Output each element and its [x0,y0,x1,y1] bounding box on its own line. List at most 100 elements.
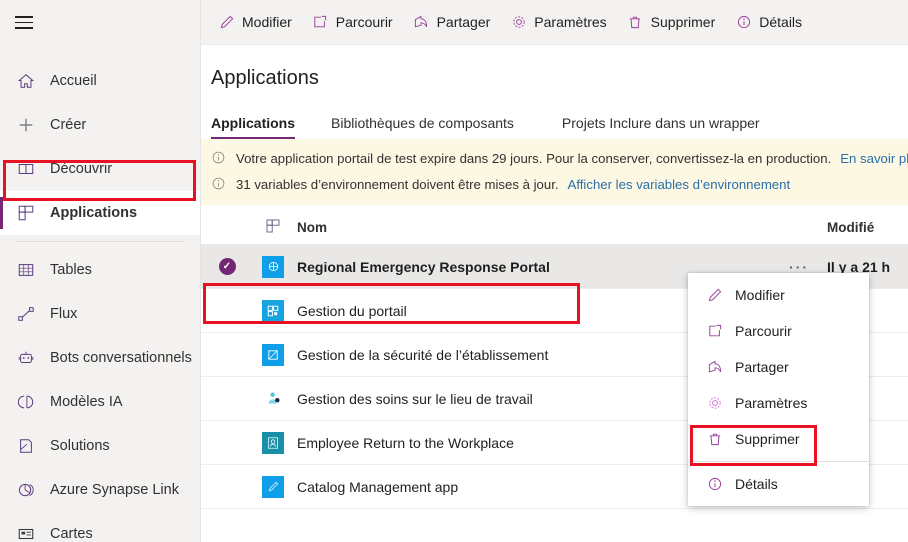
apps-grid-icon [16,203,36,223]
square-tile-icon [262,343,284,366]
sidebar-item-label: Accueil [50,73,97,89]
globe-tile-icon [262,255,284,278]
pencil-icon [218,14,235,31]
pencil-tile-icon [262,475,284,498]
grid-tile-icon [262,299,284,322]
command-details[interactable]: Détails [726,4,811,40]
row-app-icon [251,343,295,366]
tab-label: Applications [211,115,296,131]
open-window-icon [706,323,723,340]
command-parametres[interactable]: Paramètres [501,4,615,40]
open-window-icon [312,14,329,31]
info-icon [735,14,752,31]
context-menu-item-details[interactable]: Détails [688,466,869,502]
command-modifier[interactable]: Modifier [209,4,301,40]
context-menu-label: Modifier [735,287,785,303]
solutions-icon [16,436,36,456]
tab-strip: Applications Bibliothèques de composants… [201,107,908,139]
app-root: Accueil Créer Découvrir Applications Tab… [0,0,908,542]
sidebar-item-solutions[interactable]: Solutions [0,424,200,468]
plus-icon [16,115,36,135]
context-menu-label: Paramètres [735,395,808,411]
context-menu-item-partager[interactable]: Partager [688,349,869,385]
row-app-icon [251,388,295,410]
trash-icon [627,14,644,31]
sidebar-item-azure-synapse-link[interactable]: Azure Synapse Link [0,468,200,512]
command-label: Détails [759,14,803,30]
sidebar-item-creer[interactable]: Créer [0,103,200,147]
row-context-menu: Modifier Parcourir Partager Paramètres S… [688,273,869,506]
sidebar-item-applications[interactable]: Applications [0,191,200,235]
sidebar-item-label: Flux [50,306,78,322]
sidebar-item-accueil[interactable]: Accueil [0,59,200,103]
trash-icon [706,431,723,448]
person-tile-icon [262,388,284,410]
info-icon [706,476,723,493]
row-app-icon [251,431,295,454]
sidebar-item-tables[interactable]: Tables [0,248,200,292]
sidebar-item-cartes[interactable]: Cartes [0,512,200,542]
table-icon [16,260,36,280]
sidebar-item-modeles-ia[interactable]: Modèles IA [0,380,200,424]
command-label: Paramètres [534,14,607,30]
command-supprimer[interactable]: Supprimer [618,4,725,40]
pencil-icon [706,287,723,304]
sidebar-item-label: Découvrir [50,161,113,177]
hamburger-icon [15,12,33,33]
gear-icon [706,395,723,412]
row-app-icon [251,475,295,498]
command-partager[interactable]: Partager [404,4,500,40]
home-icon [16,71,36,91]
header-icon-cell [251,218,295,237]
tab-projets-wrapper[interactable]: Projets Inclure dans un wrapper [550,115,772,139]
synapse-icon [16,480,36,500]
sidebar-item-label: Cartes [50,526,93,542]
main-content: Modifier Parcourir Partager Paramètres S… [201,0,908,542]
sidebar-item-label: Bots conversationnels [50,350,192,366]
table-header-row: Nom Modifié [201,211,908,245]
command-label: Partager [436,14,491,30]
page-title: Applications [211,67,319,89]
context-menu-item-parcourir[interactable]: Parcourir [688,313,869,349]
banner-link[interactable]: En savoir plus sur [840,151,908,166]
command-label: Supprimer [650,14,716,30]
share-icon [413,14,430,31]
tab-bibliotheques-de-composants[interactable]: Bibliothèques de composants [319,115,526,139]
ai-brain-icon [16,392,36,412]
banner-link[interactable]: Afficher les variables d’environnement [568,177,791,192]
apps-grid-icon [265,218,281,237]
badge-tile-icon [262,431,284,454]
context-menu-item-supprimer[interactable]: Supprimer [688,421,869,457]
info-icon [211,176,227,192]
header-modified[interactable]: Modifié [827,220,908,235]
context-menu-divider [688,461,869,462]
menu-toggle-button[interactable] [0,0,48,45]
left-navigation-sidebar: Accueil Créer Découvrir Applications Tab… [0,0,201,542]
sidebar-item-decouvrir[interactable]: Découvrir [0,147,200,191]
info-icon [211,150,227,166]
context-menu-label: Détails [735,476,778,492]
command-label: Parcourir [335,14,393,30]
check-circle-icon: ✓ [218,258,236,275]
context-menu-item-modifier[interactable]: Modifier [688,277,869,313]
sidebar-item-flux[interactable]: Flux [0,292,200,336]
sidebar-item-label: Applications [50,205,138,221]
banner-trial-expiry: Votre application portail de test expire… [201,145,908,171]
header-name[interactable]: Nom [295,220,771,235]
tab-label: Projets Inclure dans un wrapper [561,115,760,131]
tab-applications[interactable]: Applications [211,115,307,139]
notification-banners: Votre application portail de test expire… [201,139,908,205]
sidebar-item-bots-conversationnels[interactable]: Bots conversationnels [0,336,200,380]
command-parcourir[interactable]: Parcourir [303,4,402,40]
banner-environment-variables: 31 variables d’environnement doivent êtr… [201,171,908,197]
sidebar-item-label: Azure Synapse Link [50,482,179,498]
share-icon [706,359,723,376]
tab-label: Bibliothèques de composants [331,115,514,131]
sidebar-item-label: Tables [50,262,92,278]
row-checkbox[interactable]: ✓ [203,258,251,275]
context-menu-label: Supprimer [735,431,800,447]
context-menu-item-parametres[interactable]: Paramètres [688,385,869,421]
bot-icon [16,348,36,368]
command-bar: Modifier Parcourir Partager Paramètres S… [201,0,908,45]
flow-icon [16,304,36,324]
